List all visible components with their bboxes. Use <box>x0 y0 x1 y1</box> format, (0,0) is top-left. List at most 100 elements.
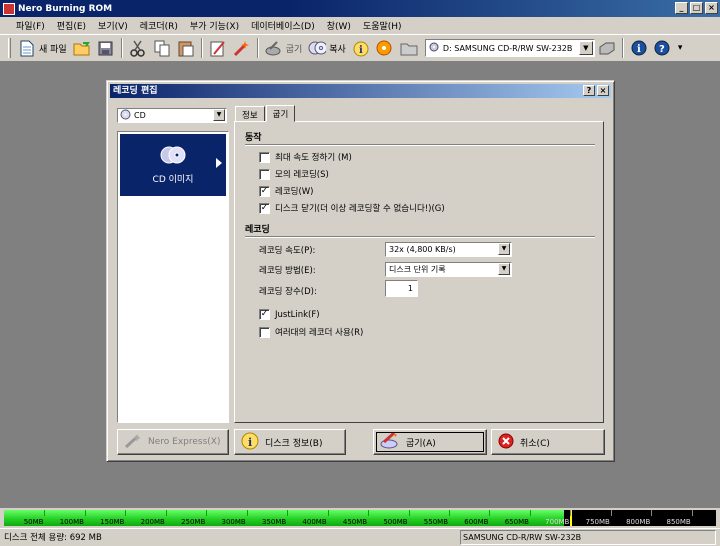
capacity-bar: 50MB 100MB 150MB 200MB 250MB 300MB 350MB 400MB 4… <box>4 510 716 526</box>
chevron-down-icon[interactable]: ▼ <box>498 243 510 255</box>
save-button[interactable] <box>94 37 118 59</box>
capacity-tick-mark <box>651 510 653 516</box>
simulate-checkbox[interactable]: 모의 레코딩(S) <box>259 168 329 180</box>
copies-input[interactable]: 1 <box>385 280 418 297</box>
svg-text:?: ? <box>659 44 665 55</box>
menu-help[interactable]: 도움말(H) <box>357 19 408 32</box>
copy-button[interactable] <box>150 37 174 59</box>
window-title: Nero Burning ROM <box>18 3 113 14</box>
justlink-checkbox[interactable]: ✓ JustLink(F) <box>259 309 320 320</box>
menu-extras[interactable]: 부가 기능(X) <box>184 19 245 32</box>
section-recording-title: 레코딩 <box>245 225 270 235</box>
open-folder-icon <box>73 39 91 57</box>
copy-discs-icon <box>308 39 327 57</box>
new-document-icon <box>18 39 36 57</box>
dialog-help-button[interactable]: ? <box>583 85 595 96</box>
copies-label: 레코딩 장수(D): <box>259 287 317 297</box>
toolbar-separator <box>120 38 123 58</box>
cancel-button[interactable]: 취소(C) <box>491 429 605 455</box>
checkbox-label: JustLink(F) <box>275 309 320 320</box>
disc-info-dialog-button[interactable]: i 디스크 정보(B) <box>234 429 346 455</box>
burn-dialog-button[interactable]: 굽기(A) <box>373 429 487 455</box>
scissors-icon <box>129 39 147 57</box>
help-question-icon: ? <box>654 39 672 57</box>
menu-edit[interactable]: 편집(E) <box>51 19 92 32</box>
compilation-type-list: CD 이미지 <box>117 131 229 423</box>
minimize-button[interactable]: _ <box>675 2 688 14</box>
burn-button[interactable]: 굽기 <box>262 37 306 59</box>
wizard-button[interactable] <box>230 37 254 59</box>
checkbox-box[interactable]: ✓ <box>259 185 270 197</box>
disc-info-label: 디스크 정보(B) <box>265 438 323 449</box>
checkbox-box[interactable] <box>259 326 270 338</box>
copy-pages-icon <box>153 39 171 57</box>
capacity-tick-label: 100MB <box>59 518 84 526</box>
disc-info-button[interactable]: i <box>349 37 373 59</box>
finalize-disc-checkbox[interactable]: ✓ 디스크 닫기(더 이상 레코딩할 수 없습니다!)(G) <box>259 202 445 214</box>
checkbox-box[interactable] <box>259 151 270 163</box>
capacity-tick-label: 500MB <box>383 518 408 526</box>
drive-selector[interactable]: D: SAMSUNG CD-R/RW SW-232B ▼ <box>424 39 595 57</box>
clipboard-icon <box>177 39 195 57</box>
chevron-down-icon[interactable]: ▼ <box>213 109 225 121</box>
help-button[interactable]: ? <box>651 37 675 59</box>
capacity-tick-label: 800MB <box>626 518 651 526</box>
compile-button[interactable] <box>206 37 230 59</box>
statusbar: 디스크 전체 용량: 692 MB SAMSUNG CD-R/RW SW-232… <box>0 528 720 546</box>
burn-tab-panel: 동작 최대 속도 정하기 (M) 모의 레코딩(S) ✓ 레코딩(W) ✓ 디스… <box>234 121 604 423</box>
cd-image-item[interactable]: CD 이미지 <box>120 134 226 196</box>
chevron-down-icon: ▾ <box>677 43 683 53</box>
burn-flame-icon <box>380 431 400 453</box>
checkbox-box[interactable]: ✓ <box>259 202 270 214</box>
media-type-select[interactable]: CD ▼ <box>117 108 227 123</box>
checkbox-label: 여러대의 레코더 사용(R) <box>275 328 364 338</box>
chevron-down-icon[interactable]: ▼ <box>578 41 593 55</box>
write-method-value: 디스크 단위 기록 <box>389 265 446 274</box>
close-button[interactable]: × <box>705 2 718 14</box>
write-checkbox[interactable]: ✓ 레코딩(W) <box>259 185 314 197</box>
svg-text:i: i <box>359 45 363 56</box>
checkbox-box[interactable]: ✓ <box>259 309 270 320</box>
burn-label: 굽기 <box>285 44 303 55</box>
capacity-tick-mark <box>165 510 167 516</box>
paste-button[interactable] <box>174 37 198 59</box>
about-button[interactable]: i <box>627 37 651 59</box>
nero-express-button[interactable]: Nero Express(X) <box>117 429 229 455</box>
toolbar-grip[interactable] <box>8 38 11 58</box>
menu-window[interactable]: 창(W) <box>321 19 357 32</box>
cancel-icon <box>498 433 514 452</box>
tab-burn[interactable]: 굽기 <box>265 105 296 122</box>
menu-view[interactable]: 보기(V) <box>92 19 134 32</box>
write-method-select[interactable]: 디스크 단위 기록 ▼ <box>385 262 512 277</box>
open-button[interactable] <box>70 37 94 59</box>
tab-info[interactable]: 정보 <box>235 106 265 122</box>
dialog-controls: ? × <box>583 85 609 96</box>
capacity-tick-mark <box>449 510 450 516</box>
toolbar-overflow-button[interactable]: ▾ <box>675 37 686 59</box>
dialog-close-button[interactable]: × <box>597 85 609 96</box>
new-file-label: 새 파일 <box>39 44 67 55</box>
info-circle-icon: i <box>630 39 648 57</box>
capacity-tick-mark <box>327 510 329 516</box>
eject-button[interactable] <box>373 37 397 59</box>
new-file-button[interactable]: 새 파일 <box>15 37 70 59</box>
capacity-tick-mark <box>489 510 491 516</box>
menu-database[interactable]: 데이터베이스(D) <box>245 19 321 32</box>
open-drive-button[interactable] <box>397 37 421 59</box>
nero-app-icon[interactable] <box>3 2 15 15</box>
chevron-down-icon[interactable]: ▼ <box>498 263 510 275</box>
maximize-button[interactable]: □ <box>690 2 703 14</box>
checkbox-label: 모의 레코딩(S) <box>275 170 329 180</box>
menu-recorder[interactable]: 레코더(R) <box>134 19 184 32</box>
checkbox-box[interactable] <box>259 168 270 180</box>
multi-recorder-checkbox[interactable]: 여러대의 레코더 사용(R) <box>259 326 363 338</box>
menu-file[interactable]: 파일(F) <box>10 19 51 32</box>
max-speed-checkbox[interactable]: 최대 속도 정하기 (M) <box>259 151 352 163</box>
copy-disc-button[interactable]: 복사 <box>305 37 349 59</box>
cut-button[interactable] <box>126 37 150 59</box>
drive-properties-button[interactable] <box>595 37 619 59</box>
write-speed-select[interactable]: 32x (4,800 KB/s) ▼ <box>385 242 512 257</box>
toolbar-separator <box>256 38 259 58</box>
capacity-tick-label: 850MB <box>666 518 691 526</box>
capacity-tick-mark <box>570 510 572 516</box>
